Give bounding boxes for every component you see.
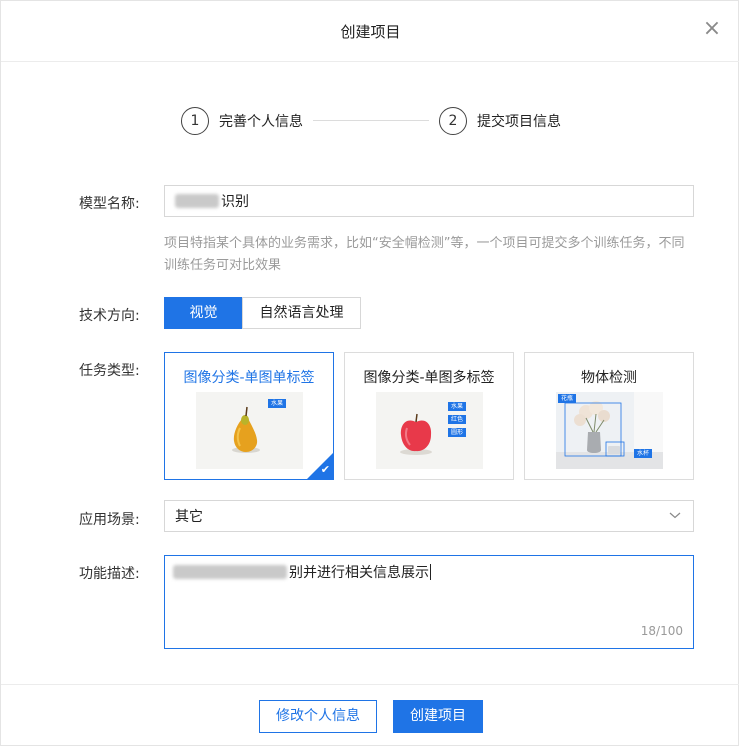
card-title: 物体检测 [581,370,637,386]
apple-image: 水果 红色 圆形 [376,392,483,469]
text-caret [430,564,431,580]
label-tag: 花瓶 [558,394,577,403]
label-tag: 红色 [448,415,467,424]
model-name-label: 模型名称: [79,196,140,212]
dialog-footer: 修改个人信息 创建项目 [1,684,739,746]
step-number: 2 [439,107,467,135]
description-text: 别并进行相关信息展示 [173,562,685,582]
step-2: 2 提交项目信息 [439,106,561,136]
vase-image: 花瓶 水杯 [556,392,663,469]
description-value: 别并进行相关信息展示 [289,565,429,581]
create-project-dialog: 创建项目 × 1 完善个人信息 2 提交项目信息 模型名称: 识别 项目特指某个… [0,0,739,746]
tech-direction-label: 技术方向: [79,308,140,324]
scenario-label: 应用场景: [79,512,140,528]
dialog-header: 创建项目 × [1,1,739,62]
step-indicator: 1 完善个人信息 2 提交项目信息 [1,106,739,136]
label-tag: 圆形 [448,428,467,437]
redacted-text [173,565,287,579]
label-tag: 水果 [448,402,467,411]
label-tag: 水杯 [634,449,653,458]
task-card-single-label[interactable]: 图像分类-单图单标签 水果 ✔ [164,352,334,480]
description-label: 功能描述: [79,566,140,582]
create-project-button[interactable]: 创建项目 [393,700,483,733]
task-card-object-detection[interactable]: 物体检测 花瓶 水杯 [524,352,694,480]
dialog-title: 创建项目 [340,23,401,41]
card-title: 图像分类-单图单标签 [183,370,315,386]
model-name-input[interactable]: 识别 [164,185,694,217]
scenario-select[interactable]: 其它 [164,500,694,532]
model-name-hint: 项目特指某个具体的业务需求，比如“安全帽检测”等，一个项目可提交多个训练任务，不… [164,236,685,273]
model-name-value: 识别 [221,194,249,210]
description-textarea[interactable]: 别并进行相关信息展示 18/100 [164,555,694,649]
redacted-text [175,194,219,208]
chevron-down-icon [669,512,681,519]
step-1: 1 完善个人信息 [181,106,303,136]
task-type-label: 任务类型: [79,363,140,379]
tech-option-vision[interactable]: 视觉 [164,297,243,329]
step-number: 1 [181,107,209,135]
tech-option-nlp[interactable]: 自然语言处理 [242,297,361,329]
edit-profile-button[interactable]: 修改个人信息 [259,700,377,733]
card-title: 图像分类-单图多标签 [363,370,495,386]
scenario-value: 其它 [175,509,203,525]
task-card-multi-label[interactable]: 图像分类-单图多标签 水果 红色 圆形 [344,352,514,480]
checkmark-icon: ✔ [320,463,330,476]
step-label: 完善个人信息 [219,114,303,130]
close-icon[interactable]: × [702,17,722,41]
char-counter: 18/100 [640,624,683,638]
step-connector [313,120,429,121]
label-tag: 水果 [268,399,287,408]
pear-image: 水果 [196,392,303,469]
step-label: 提交项目信息 [477,114,561,130]
